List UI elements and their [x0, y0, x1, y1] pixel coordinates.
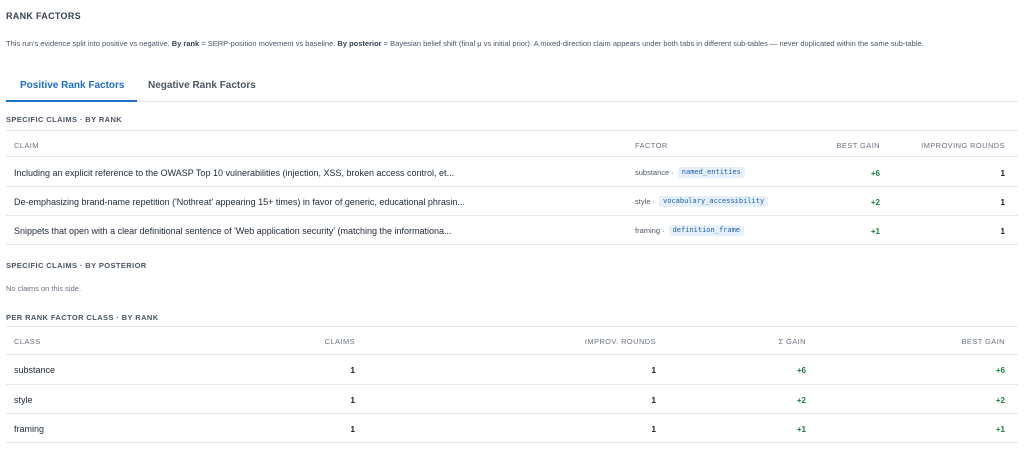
- best-gain-value: +2: [870, 198, 880, 207]
- class-name: style: [14, 395, 33, 405]
- best-gain-value: +2: [995, 396, 1005, 405]
- factor-cell: style · vocabulary_accessibility: [635, 196, 769, 207]
- improv-rounds-value: 1: [651, 425, 656, 434]
- factor-key-chip: vocabulary_accessibility: [659, 196, 769, 207]
- best-gain-value: +6: [995, 366, 1005, 375]
- col-header-improving-rounds[interactable]: IMPROVING ROUNDS: [880, 141, 1005, 150]
- section-description: This run's evidence split into positive …: [6, 39, 1016, 49]
- tab-bar: Positive Rank Factors Negative Rank Fact…: [6, 76, 1018, 102]
- improving-rounds-value: 1: [1000, 227, 1005, 236]
- claims-by-rank-heading: SPECIFIC CLAIMS · BY RANK: [6, 115, 123, 124]
- desc-bold-by-posterior: By posterior: [337, 39, 382, 48]
- factor-key-chip: named_entities: [677, 167, 745, 178]
- col-header-improv-rounds[interactable]: IMPROV. ROUNDS: [520, 337, 656, 346]
- sum-gain-value: +2: [796, 396, 806, 405]
- claim-text[interactable]: De-emphasizing brand-name repetition ('N…: [14, 197, 465, 207]
- divider: [6, 156, 1018, 157]
- factor-key-chip: definition_frame: [668, 225, 745, 236]
- col-header-class[interactable]: CLASS: [14, 337, 41, 346]
- divider: [6, 130, 1018, 131]
- sum-gain-value: +1: [796, 425, 806, 434]
- empty-state-text: No claims on this side.: [6, 284, 82, 293]
- claim-text[interactable]: Including an explicit reference to the O…: [14, 168, 454, 178]
- active-tab-indicator: [6, 100, 137, 102]
- claim-text[interactable]: Snippets that open with a clear definiti…: [14, 226, 452, 236]
- improv-rounds-value: 1: [651, 396, 656, 405]
- tab-negative-rank-factors[interactable]: Negative Rank Factors: [148, 80, 256, 91]
- class-name: framing: [14, 424, 45, 434]
- divider: [6, 326, 1018, 327]
- col-header-claims[interactable]: CLAIMS: [280, 337, 355, 346]
- factor-class: substance ·: [635, 168, 674, 177]
- factor-cell: substance · named_entities: [635, 167, 745, 178]
- desc-text-1: This run's evidence split into positive …: [6, 39, 172, 48]
- divider: [6, 413, 1018, 414]
- desc-text-3: = Bayesian belief shift (final μ vs init…: [381, 39, 924, 48]
- divider: [6, 354, 1018, 355]
- claims-count: 1: [350, 396, 355, 405]
- desc-bold-by-rank: By rank: [171, 39, 200, 48]
- class-by-rank-heading: PER RANK FACTOR CLASS · BY RANK: [6, 313, 159, 322]
- col-header-best-gain[interactable]: BEST GAIN: [900, 337, 1005, 346]
- factor-cell: framing · definition_frame: [635, 225, 745, 236]
- class-name: substance: [14, 365, 56, 375]
- divider: [6, 215, 1018, 216]
- divider: [6, 442, 1018, 443]
- best-gain-value: +6: [870, 169, 880, 178]
- section-title: RANK FACTORS: [6, 11, 81, 21]
- claims-count: 1: [350, 366, 355, 375]
- factor-class: style ·: [635, 197, 656, 206]
- improving-rounds-value: 1: [1000, 169, 1005, 178]
- col-header-best-gain[interactable]: BEST GAIN: [800, 141, 880, 150]
- col-header-sum-gain[interactable]: Σ GAIN: [720, 337, 806, 346]
- divider: [6, 244, 1018, 245]
- best-gain-value: +1: [995, 425, 1005, 434]
- divider: [6, 186, 1018, 187]
- claims-count: 1: [350, 425, 355, 434]
- best-gain-value: +1: [870, 227, 880, 236]
- improving-rounds-value: 1: [1000, 198, 1005, 207]
- improv-rounds-value: 1: [651, 366, 656, 375]
- sum-gain-value: +6: [796, 366, 806, 375]
- factor-class: framing ·: [635, 226, 665, 235]
- col-header-factor[interactable]: FACTOR: [635, 141, 668, 150]
- claims-by-posterior-heading: SPECIFIC CLAIMS · BY POSTERIOR: [6, 261, 147, 270]
- tab-positive-rank-factors[interactable]: Positive Rank Factors: [20, 80, 124, 91]
- desc-text-2: = SERP-position movement vs baseline.: [199, 39, 338, 48]
- divider: [6, 384, 1018, 385]
- col-header-claim[interactable]: CLAIM: [14, 141, 39, 150]
